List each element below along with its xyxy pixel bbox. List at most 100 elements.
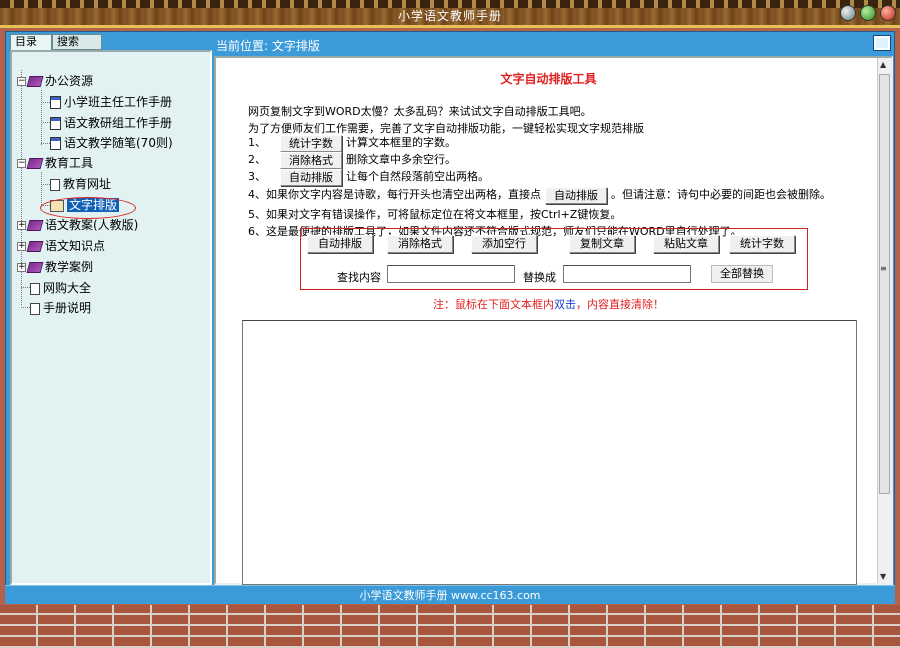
tree-item-shopping[interactable]: 网购大全 [30, 279, 91, 297]
main-frame: 目录 搜索 − 办公资源 小学班主任工作手册 语文教研组工作手册 语文教学随笔(… [5, 31, 895, 604]
step-3: 3、 自动排版 让每个自然段落前空出两格。 [248, 168, 489, 186]
collapse-icon[interactable]: − [17, 159, 26, 168]
tree-item-label: 语文教研组工作手册 [64, 116, 173, 130]
step-text: 4、如果你文字内容是诗歌，每行开头也清空出两格，直接点 [248, 188, 541, 201]
step-5: 5、如果对文字有错误操作，可将鼠标定位在将文本框里，按Ctrl+Z键恢复。 [248, 208, 622, 221]
add-blank-lines-button[interactable]: 添加空行 [471, 235, 537, 253]
tree-line [41, 172, 42, 207]
status-bar: 小学语文教师手册 www.cc163.com [5, 585, 895, 604]
minimize-button[interactable] [840, 5, 856, 21]
vertical-scrollbar[interactable]: ▲ ≡ ▼ [877, 58, 891, 583]
content-area: 文字自动排版工具 网页复制文字到WORD太慢？太多乱码？来试试文字自动排版工具吧… [214, 56, 893, 585]
sidebar: 目录 搜索 − 办公资源 小学班主任工作手册 语文教研组工作手册 语文教学随笔(… [8, 32, 212, 585]
tree-item-manual[interactable]: 手册说明 [30, 299, 91, 317]
tree-item-label: 办公资源 [45, 74, 94, 88]
usage-note: 注：鼠标在下面文本框内双击，内容直接清除！ [216, 296, 881, 312]
count-words-button[interactable]: 统计字数 [280, 134, 342, 152]
step-2: 2、 消除格式 删除文章中多余空行。 [248, 151, 456, 169]
tree-line [21, 307, 30, 308]
auto-layout-button[interactable]: 自动排版 [280, 168, 342, 186]
intro-line-1: 网页复制文字到WORD太慢？太多乱码？来试试文字自动排版工具吧。 [248, 105, 592, 118]
expand-icon[interactable]: + [17, 263, 26, 272]
selection-highlight-ring [40, 197, 136, 219]
tree-item-cases[interactable]: 教学案例 [26, 258, 94, 276]
paste-text-button[interactable]: 粘贴文章 [653, 235, 719, 253]
tree-item-label: 小学班主任工作手册 [64, 95, 173, 109]
tree-view: − 办公资源 小学班主任工作手册 语文教研组工作手册 语文教学随笔(70则) −… [10, 50, 212, 585]
clear-format-button[interactable]: 消除格式 [387, 235, 453, 253]
tree-item-research-handbook[interactable]: 语文教研组工作手册 [50, 114, 172, 132]
tree-item-label: 网购大全 [43, 281, 92, 295]
step-number: 2、 [248, 153, 266, 166]
book-icon [26, 241, 44, 252]
replace-all-button[interactable]: 全部替换 [711, 265, 773, 283]
window-title: 小学语文教师手册 [397, 9, 502, 23]
title-bar: 小学语文教师手册 [0, 0, 900, 28]
tree-line [41, 184, 50, 185]
fullscreen-icon[interactable] [873, 35, 891, 51]
tree-item-edu-sites[interactable]: 教育网址 [50, 175, 111, 193]
auto-layout-button-inline[interactable]: 自动排版 [545, 186, 607, 204]
step-text: 删除文章中多余空行。 [346, 153, 456, 166]
tree-item-label: 教育网址 [63, 177, 112, 191]
book-icon [26, 76, 44, 87]
clear-format-button[interactable]: 消除格式 [280, 151, 342, 169]
step-1: 1、 统计字数 计算文本框里的字数。 [248, 134, 456, 152]
tree-line [41, 122, 50, 123]
page-title: 文字自动排版工具 [500, 72, 597, 86]
maximize-button[interactable] [860, 5, 876, 21]
tab-search[interactable]: 搜索 [52, 34, 102, 50]
scroll-thumb[interactable] [879, 74, 890, 494]
tree-line [21, 287, 30, 288]
note-highlight: 双击 [554, 298, 576, 311]
text-editor[interactable] [242, 320, 857, 585]
tree-item-label: 语文教案(人教版) [45, 218, 139, 232]
auto-layout-button[interactable]: 自动排版 [307, 235, 373, 253]
close-button[interactable] [880, 5, 896, 21]
tab-catalog[interactable]: 目录 [10, 34, 52, 50]
note-text: 注：鼠标在下面文本框内 [433, 298, 554, 311]
tree-item-label: 手册说明 [43, 301, 92, 315]
count-words-button[interactable]: 统计字数 [729, 235, 795, 253]
step-number: 3、 [248, 170, 266, 183]
expand-icon[interactable]: + [17, 221, 26, 230]
tree-line [41, 102, 50, 103]
replace-input[interactable] [563, 265, 691, 283]
expand-icon[interactable]: + [17, 242, 26, 251]
document-icon [50, 117, 61, 130]
copy-text-button[interactable]: 复制文章 [569, 235, 635, 253]
tree-line [41, 90, 42, 145]
brick-wall-decoration [0, 605, 900, 648]
tool-panel: 自动排版 消除格式 添加空行 复制文章 粘贴文章 统计字数 查找内容 替换成 全… [300, 228, 808, 290]
replace-label: 替换成 [523, 271, 556, 284]
tree-item-label: 语文教学随笔(70则) [64, 136, 173, 150]
tree-line [41, 143, 50, 144]
scroll-up-arrow-icon[interactable]: ▲ [880, 60, 886, 69]
step-text: 计算文本框里的字数。 [346, 136, 456, 149]
tree-item-label: 教学案例 [45, 260, 94, 274]
page-icon [30, 302, 40, 315]
page-icon [30, 282, 40, 295]
tree-item-headteacher-handbook[interactable]: 小学班主任工作手册 [50, 93, 172, 111]
step-4: 4、如果你文字内容是诗歌，每行开头也清空出两格，直接点 自动排版 。但请注意：诗句中… [248, 186, 831, 204]
tree-item-edu-tools[interactable]: 教育工具 [26, 154, 94, 172]
find-input[interactable] [387, 265, 515, 283]
tree-item-essays[interactable]: 语文教学随笔(70则) [50, 134, 173, 152]
tree-item-knowledge[interactable]: 语文知识点 [26, 237, 106, 255]
step-number: 1、 [248, 136, 266, 149]
book-icon [26, 158, 44, 169]
book-icon [26, 262, 44, 273]
tree-item-label: 语文知识点 [45, 239, 106, 253]
document-icon [50, 137, 61, 150]
tree-item-office[interactable]: 办公资源 [26, 72, 94, 90]
book-icon [26, 220, 44, 231]
page-icon [50, 178, 60, 191]
note-text: ，内容直接清除！ [576, 298, 664, 311]
breadcrumb: 当前位置: 文字排版 [216, 39, 320, 53]
step-text: 。但请注意：诗句中必要的间距也会被删除。 [611, 188, 831, 201]
document-icon [50, 96, 61, 109]
scroll-grip-icon: ≡ [880, 264, 887, 273]
scroll-down-arrow-icon[interactable]: ▼ [880, 572, 886, 581]
tree-item-label: 教育工具 [45, 156, 94, 170]
collapse-icon[interactable]: − [17, 77, 26, 86]
